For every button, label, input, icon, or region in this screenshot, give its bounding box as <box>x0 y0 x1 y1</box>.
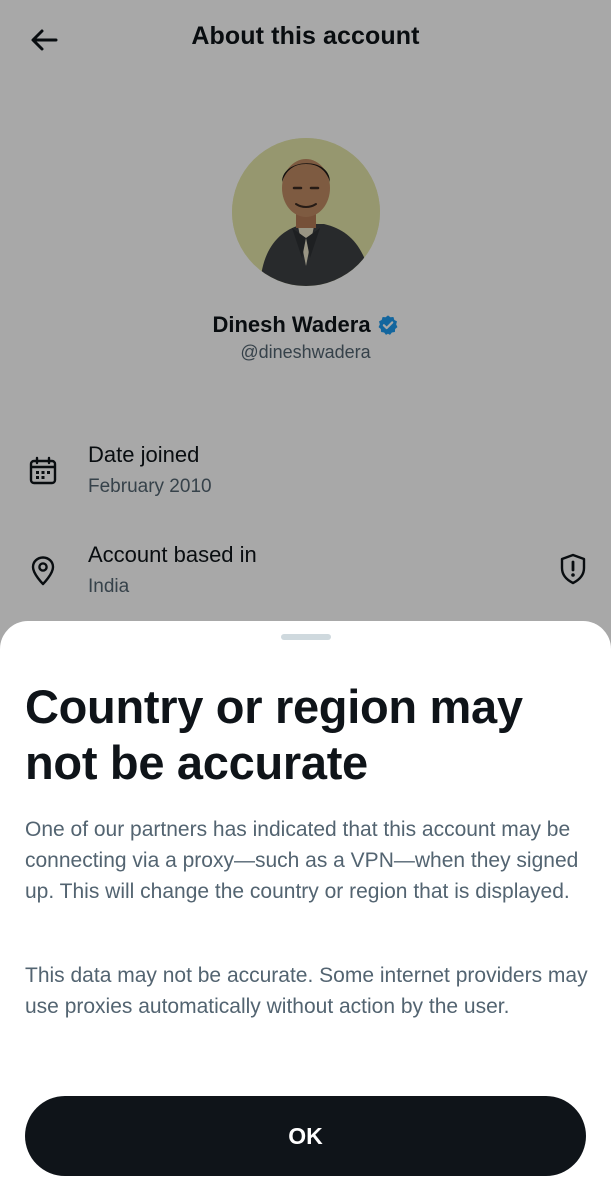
sheet-paragraph: One of our partners has indicated that t… <box>25 818 579 903</box>
sheet-drag-handle[interactable] <box>281 634 331 640</box>
about-account-screen: About this account Dinesh Wadera @dinesh… <box>0 0 611 1199</box>
sheet-paragraph: This data may not be accurate. Some inte… <box>25 964 588 1018</box>
ok-button[interactable]: OK <box>25 1096 586 1176</box>
bottom-sheet: Country or region may not be accurate On… <box>0 621 611 1199</box>
sheet-title: Country or region may not be accurate <box>25 680 523 789</box>
